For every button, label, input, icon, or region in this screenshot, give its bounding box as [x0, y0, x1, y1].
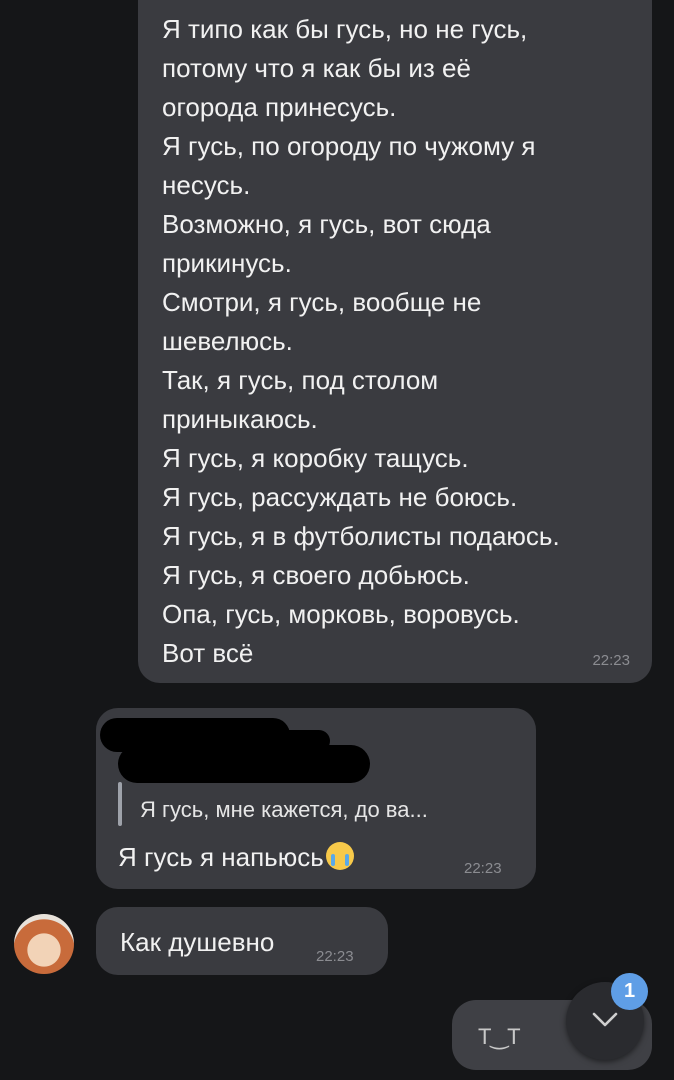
outgoing-message-text: T‿T [478, 1024, 521, 1049]
quoted-message[interactable]: Я гусь, мне кажется, до ва... [140, 797, 428, 823]
song-line: Смотри, я гусь, вообще не [162, 287, 482, 317]
quote-bar [118, 782, 122, 826]
song-line: шевелюсь. [162, 326, 293, 356]
message-time: 22:23 [464, 860, 502, 877]
chevron-down-icon [592, 1012, 618, 1027]
redacted-sender-name [118, 745, 370, 783]
song-message-bubble[interactable]: Я типо как бы гусь, но не гусь, потому чт… [138, 0, 652, 683]
song-line: несусь. [162, 170, 251, 200]
song-line: Я гусь, по огороду по чужому я [162, 131, 536, 161]
song-line: Вот всё [162, 638, 254, 668]
crying-face-emoji [325, 842, 354, 870]
song-line: Я гусь, я коробку тащусь. [162, 443, 469, 473]
song-line: Возможно, я гусь, вот сюда [162, 209, 491, 239]
song-line: потому что я как бы из её [162, 53, 471, 83]
incoming-message-text: Как душевно [120, 927, 275, 957]
song-line: Я гусь, рассуждать не боюсь. [162, 482, 518, 512]
song-line: огорода принесусь. [162, 92, 397, 122]
song-line: Опа, гусь, морковь, воровусь. [162, 599, 520, 629]
reply-message-label: Я гусь я напьюсь [118, 842, 324, 872]
song-line: Я гусь, я в футболисты подаюсь. [162, 521, 560, 551]
message-time: 22:23 [592, 652, 630, 669]
song-line: Я гусь, я своего добьюсь. [162, 560, 470, 590]
song-line: приныкаюсь. [162, 404, 318, 434]
avatar[interactable] [14, 914, 74, 974]
message-time: 22:23 [316, 948, 354, 965]
song-line: Так, я гусь, под столом [162, 365, 439, 395]
unread-count-badge: 1 [611, 973, 648, 1010]
song-message-text: Я типо как бы гусь, но не гусь, потому чт… [162, 10, 628, 673]
song-line: Я типо как бы гусь, но не гусь, [162, 14, 528, 44]
reply-message-text: Я гусь я напьюсь [118, 842, 354, 873]
song-line: прикинусь. [162, 248, 292, 278]
